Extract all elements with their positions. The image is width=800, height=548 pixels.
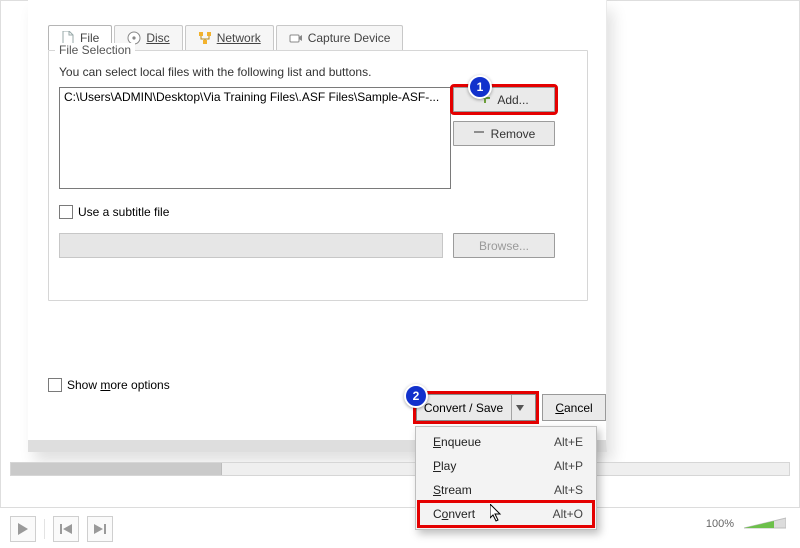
cancel-button-label: Cancel (555, 401, 592, 415)
next-button[interactable] (87, 516, 113, 542)
show-more-options-row[interactable]: Show more options (48, 378, 170, 392)
menu-item-label: Play (433, 459, 456, 473)
menu-item-stream[interactable]: Stream Alt+S (419, 478, 593, 502)
convert-save-button[interactable]: Convert / Save (416, 394, 536, 421)
tab-capture[interactable]: Capture Device (276, 25, 404, 50)
annotation-badge-2: 2 (404, 384, 428, 408)
annotation-badge-1: 1 (468, 75, 492, 99)
tab-capture-label: Capture Device (308, 31, 391, 45)
remove-button-label: Remove (491, 127, 536, 141)
capture-icon (289, 31, 303, 45)
next-icon (94, 524, 106, 534)
subtitle-path-input (59, 233, 443, 258)
menu-item-enqueue[interactable]: Enqueue Alt+E (419, 430, 593, 454)
seek-bar[interactable] (10, 462, 790, 476)
seek-thumb[interactable] (11, 463, 222, 475)
convert-dropdown-menu: Enqueue Alt+E Play Alt+P Stream Alt+S Co… (415, 426, 597, 530)
menu-item-shortcut: Alt+E (554, 435, 583, 449)
network-icon (198, 31, 212, 45)
volume-slider[interactable] (744, 519, 786, 529)
use-subtitle-row[interactable]: Use a subtitle file (59, 205, 169, 219)
use-subtitle-label: Use a subtitle file (78, 205, 169, 219)
prev-icon (60, 524, 72, 534)
menu-item-label: Convert (433, 507, 475, 521)
player-toolbar: 100% (0, 507, 800, 548)
play-icon (18, 523, 28, 535)
remove-button[interactable]: Remove (453, 121, 555, 146)
file-list-item[interactable]: C:\Users\ADMIN\Desktop\Via Training File… (64, 90, 446, 104)
file-selection-title: File Selection (55, 43, 135, 57)
volume-label: 100% (706, 518, 734, 530)
file-selection-hint: You can select local files with the foll… (59, 65, 371, 79)
minus-icon (473, 126, 485, 141)
prev-button[interactable] (53, 516, 79, 542)
browse-button: Browse... (453, 233, 555, 258)
separator (44, 519, 45, 539)
menu-item-play[interactable]: Play Alt+P (419, 454, 593, 478)
use-subtitle-checkbox[interactable] (59, 205, 73, 219)
add-button-label: Add... (497, 93, 528, 107)
cursor-icon (490, 504, 504, 522)
tab-network-label: Network (217, 31, 261, 45)
tab-disc-label: Disc (146, 31, 169, 45)
cancel-button[interactable]: Cancel (542, 394, 606, 421)
show-more-options-checkbox[interactable] (48, 378, 62, 392)
menu-item-shortcut: Alt+O (553, 507, 583, 521)
menu-item-convert[interactable]: Convert Alt+O (419, 502, 593, 526)
convert-save-label: Convert / Save (424, 401, 503, 415)
browse-button-label: Browse... (479, 239, 529, 253)
menu-item-label: Enqueue (433, 435, 481, 449)
tab-network[interactable]: Network (185, 25, 274, 50)
convert-save-dropdown[interactable] (511, 395, 528, 420)
file-listbox[interactable]: C:\Users\ADMIN\Desktop\Via Training File… (59, 87, 451, 189)
chevron-down-icon (516, 405, 524, 411)
play-button[interactable] (10, 516, 36, 542)
menu-item-label: Stream (433, 483, 472, 497)
menu-item-shortcut: Alt+P (554, 459, 583, 473)
open-media-dialog: File Disc Network Capture Device (28, 0, 607, 452)
menu-item-shortcut: Alt+S (554, 483, 583, 497)
show-more-options-label: Show more options (67, 378, 170, 392)
file-selection-group: File Selection You can select local file… (48, 50, 588, 301)
